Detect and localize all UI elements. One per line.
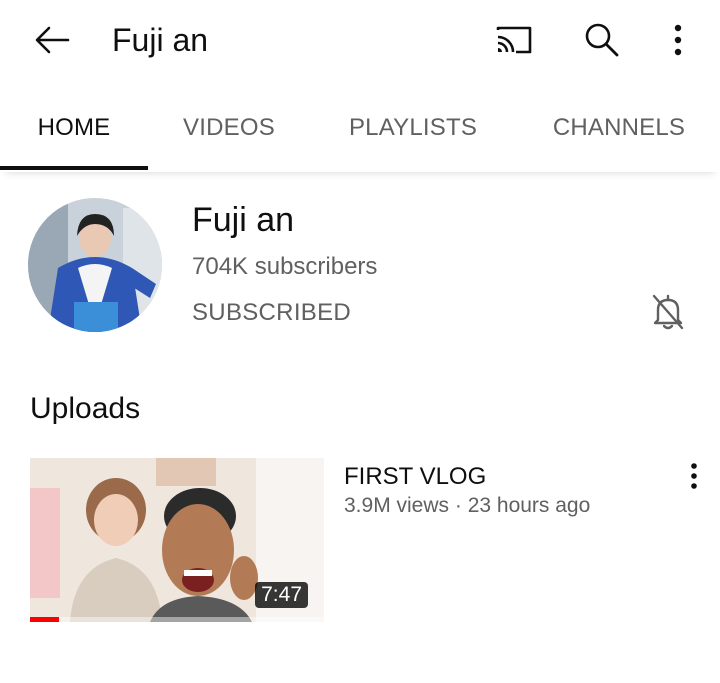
video-title[interactable]: FIRST VLOG (344, 462, 486, 492)
search-icon (585, 23, 619, 57)
avatar-image (28, 198, 162, 332)
uploads-section-title: Uploads (30, 392, 141, 425)
watch-progress-bar (30, 617, 324, 622)
bell-off-icon (652, 294, 684, 330)
more-options-button[interactable] (656, 18, 700, 62)
channel-avatar[interactable] (28, 198, 162, 332)
video-duration: 7:47 (255, 582, 308, 608)
tab-videos[interactable]: VIDEOS (160, 84, 298, 172)
video-more-button[interactable] (676, 456, 712, 496)
youtube-channel-screen: Fuji an HOME VIDEOS PLAYLISTS CHANNELS F… (0, 0, 720, 683)
page-title: Fuji an (112, 22, 209, 58)
cast-button[interactable] (490, 20, 538, 60)
subscriber-count: 704K subscribers (192, 253, 378, 280)
search-button[interactable] (578, 18, 626, 62)
video-list-item[interactable]: 7:47 FIRST VLOG 3.9M views · 23 hours ag… (0, 456, 720, 626)
top-app-bar: Fuji an (0, 0, 720, 84)
back-button[interactable] (28, 18, 76, 62)
tab-channels[interactable]: CHANNELS (530, 84, 708, 172)
channel-tabs: HOME VIDEOS PLAYLISTS CHANNELS (0, 84, 720, 172)
video-thumbnail[interactable]: 7:47 (30, 458, 324, 622)
channel-name: Fuji an (192, 201, 295, 239)
active-tab-indicator (0, 166, 148, 170)
cast-icon (496, 26, 532, 54)
more-vert-icon (691, 463, 697, 489)
notification-bell-button[interactable] (646, 290, 690, 334)
more-vert-icon (674, 24, 682, 56)
video-meta: 3.9M views · 23 hours ago (344, 494, 591, 517)
watch-progress-fill (30, 617, 60, 622)
subscribed-button[interactable]: SUBSCRIBED (192, 298, 351, 328)
back-arrow-icon (35, 26, 70, 54)
tab-home[interactable]: HOME (0, 84, 148, 172)
tab-playlists[interactable]: PLAYLISTS (330, 84, 496, 172)
